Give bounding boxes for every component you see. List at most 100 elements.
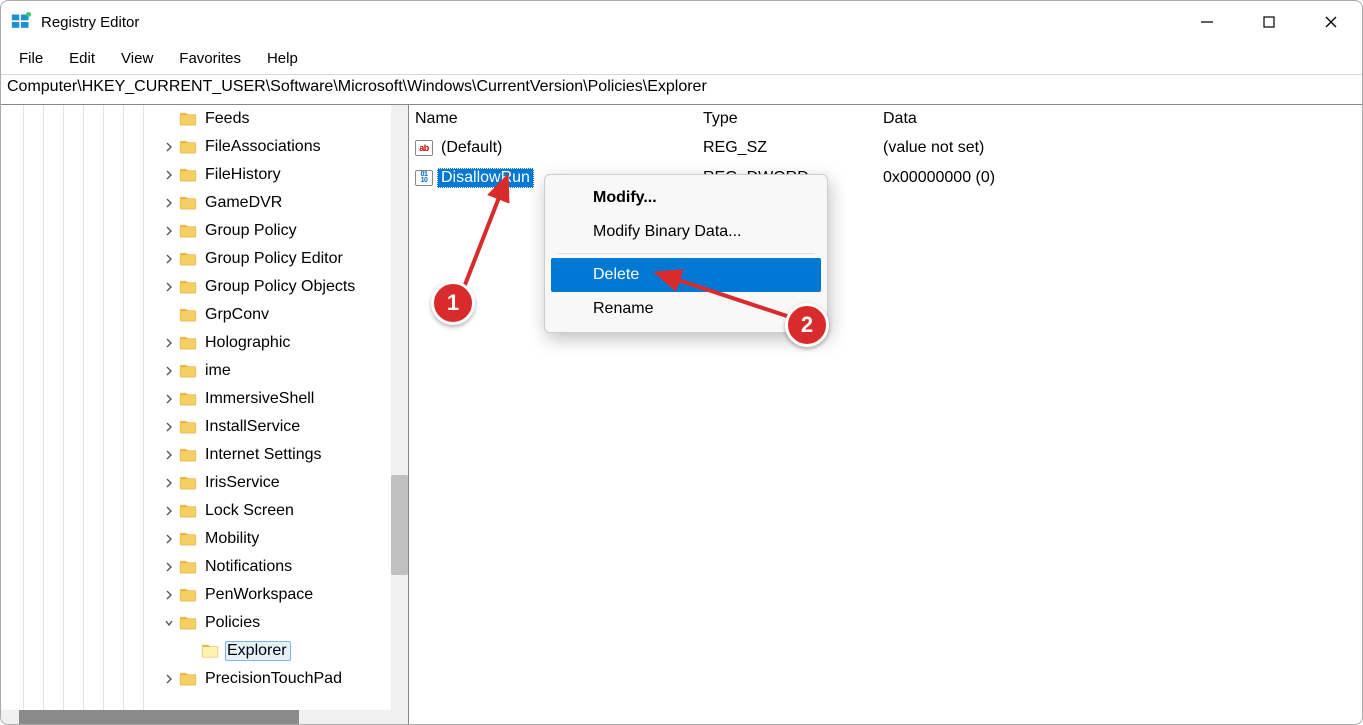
tree-hscroll-thumb[interactable]: [19, 710, 299, 724]
tree-item[interactable]: Group Policy Objects: [1, 273, 408, 301]
tree-item-label: Feeds: [203, 109, 253, 129]
value-name: (Default): [437, 139, 506, 157]
key-tree[interactable]: Feeds FileAssociations FileHistory GameD…: [1, 105, 408, 693]
tree-item-label: Explorer: [225, 641, 291, 661]
tree-item-label: Internet Settings: [203, 445, 326, 465]
tree-item-label: Holographic: [203, 333, 294, 353]
folder-icon: [179, 196, 197, 210]
tree-expander-icon[interactable]: [161, 366, 177, 376]
context-modify-binary[interactable]: Modify Binary Data...: [551, 215, 821, 249]
folder-icon: [179, 588, 197, 602]
tree-item[interactable]: GameDVR: [1, 189, 408, 217]
folder-icon: [179, 672, 197, 686]
window-controls: [1176, 1, 1362, 43]
tree-expander-icon[interactable]: [161, 142, 177, 152]
tree-item-label: InstallService: [203, 417, 304, 437]
menu-view[interactable]: View: [109, 47, 165, 70]
tree-expander-icon[interactable]: [161, 590, 177, 600]
value-name: DisallowRun: [437, 168, 534, 188]
close-button[interactable]: [1300, 1, 1362, 43]
dword-value-icon: 0110: [415, 170, 433, 186]
menu-edit[interactable]: Edit: [57, 47, 107, 70]
tree-item-label: Group Policy Objects: [203, 277, 359, 297]
value-row[interactable]: ab (Default) REG_SZ (value not set): [409, 133, 1362, 163]
tree-expander-icon[interactable]: [161, 338, 177, 348]
tree-item-label: IrisService: [203, 473, 284, 493]
tree-item[interactable]: Internet Settings: [1, 441, 408, 469]
tree-item[interactable]: GrpConv: [1, 301, 408, 329]
tree-item[interactable]: Policies: [1, 609, 408, 637]
tree-expander-icon[interactable]: [161, 506, 177, 516]
tree-item[interactable]: FileAssociations: [1, 133, 408, 161]
value-data: 0x00000000 (0): [883, 169, 1362, 187]
context-separator: [557, 253, 815, 254]
string-value-icon: ab: [415, 140, 433, 156]
tree-expander-icon[interactable]: [161, 394, 177, 404]
folder-icon: [179, 532, 197, 546]
tree-item-label: PrecisionTouchPad: [203, 669, 346, 689]
column-header-data[interactable]: Data: [883, 110, 1362, 128]
tree-item[interactable]: Mobility: [1, 525, 408, 553]
tree-vscroll-thumb[interactable]: [391, 475, 408, 575]
value-list-pane: Name Type Data ab (Default) REG_SZ (valu…: [409, 105, 1362, 724]
minimize-button[interactable]: [1176, 1, 1238, 43]
folder-icon: [179, 336, 197, 350]
folder-icon: [179, 392, 197, 406]
tree-expander-icon[interactable]: [161, 226, 177, 236]
titlebar[interactable]: Registry Editor: [1, 1, 1362, 43]
folder-icon: [179, 140, 197, 154]
column-header-name[interactable]: Name: [415, 110, 703, 128]
folder-icon: [179, 224, 197, 238]
tree-item[interactable]: Explorer: [1, 637, 408, 665]
tree-expander-icon[interactable]: [161, 450, 177, 460]
tree-item[interactable]: IrisService: [1, 469, 408, 497]
tree-item[interactable]: PrecisionTouchPad: [1, 665, 408, 693]
tree-item[interactable]: Group Policy Editor: [1, 245, 408, 273]
tree-expander-icon[interactable]: [161, 282, 177, 292]
tree-expander-icon[interactable]: [161, 422, 177, 432]
tree-item[interactable]: InstallService: [1, 413, 408, 441]
menu-help[interactable]: Help: [255, 47, 310, 70]
menu-file[interactable]: File: [7, 47, 55, 70]
tree-horizontal-scrollbar[interactable]: [1, 710, 391, 724]
tree-item[interactable]: Feeds: [1, 105, 408, 133]
folder-icon: [179, 112, 197, 126]
tree-expander-icon[interactable]: [161, 254, 177, 264]
folder-icon: [179, 476, 197, 490]
folder-icon: [179, 420, 197, 434]
tree-vertical-scrollbar[interactable]: [391, 105, 408, 724]
context-delete[interactable]: Delete: [551, 258, 821, 292]
tree-item[interactable]: ImmersiveShell: [1, 385, 408, 413]
client-area: Feeds FileAssociations FileHistory GameD…: [1, 105, 1362, 724]
context-rename[interactable]: Rename: [551, 292, 821, 326]
tree-item[interactable]: PenWorkspace: [1, 581, 408, 609]
tree-item-label: Mobility: [203, 529, 263, 549]
maximize-button[interactable]: [1238, 1, 1300, 43]
folder-icon: [179, 280, 197, 294]
tree-item[interactable]: ime: [1, 357, 408, 385]
tree-item[interactable]: Notifications: [1, 553, 408, 581]
tree-item[interactable]: Holographic: [1, 329, 408, 357]
context-modify[interactable]: Modify...: [551, 181, 821, 215]
app-icon: [11, 12, 31, 32]
tree-expander-icon[interactable]: [161, 562, 177, 572]
address-bar[interactable]: Computer\HKEY_CURRENT_USER\Software\Micr…: [1, 75, 1362, 105]
column-header-type[interactable]: Type: [703, 110, 883, 128]
tree-item[interactable]: FileHistory: [1, 161, 408, 189]
folder-icon: [179, 616, 197, 630]
tree-expander-icon[interactable]: [161, 534, 177, 544]
folder-icon: [179, 560, 197, 574]
tree-expander-icon[interactable]: [161, 478, 177, 488]
menu-favorites[interactable]: Favorites: [167, 47, 253, 70]
tree-item-label: FileAssociations: [203, 137, 325, 157]
tree-item-label: Group Policy Editor: [203, 249, 347, 269]
tree-expander-icon[interactable]: [161, 674, 177, 684]
tree-expander-icon[interactable]: [161, 618, 177, 628]
tree-item[interactable]: Group Policy: [1, 217, 408, 245]
tree-item[interactable]: Lock Screen: [1, 497, 408, 525]
tree-expander-icon[interactable]: [161, 198, 177, 208]
value-list-header[interactable]: Name Type Data: [409, 105, 1362, 133]
tree-expander-icon[interactable]: [161, 170, 177, 180]
tree-item-label: ImmersiveShell: [203, 389, 318, 409]
tree-item-label: Group Policy: [203, 221, 301, 241]
